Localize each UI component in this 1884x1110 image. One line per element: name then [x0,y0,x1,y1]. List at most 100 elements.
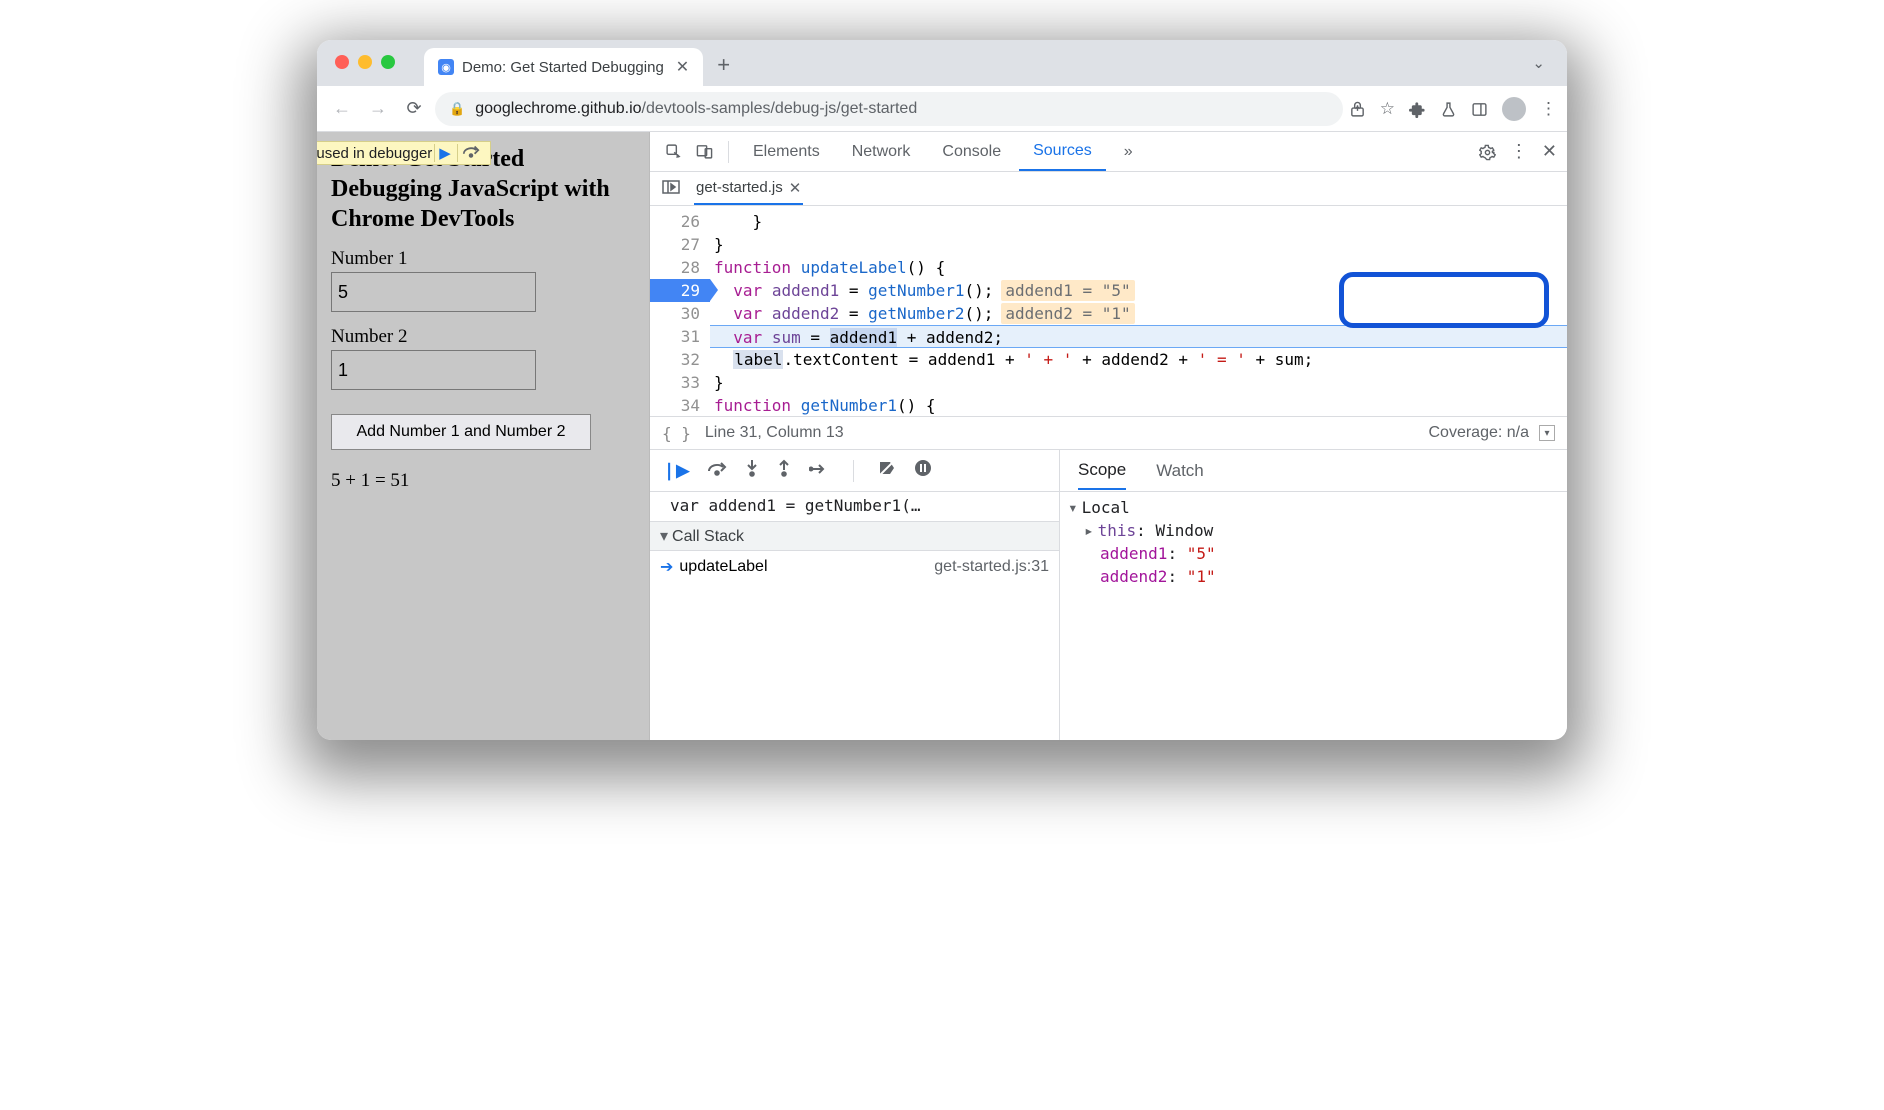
minimize-window-button[interactable] [358,55,372,69]
code-line: } [710,371,1567,394]
inline-value-annotation: addend1 = "5" [1001,280,1134,301]
close-file-tab-button[interactable]: ✕ [789,179,802,197]
new-tab-button[interactable]: + [717,52,730,78]
code-line: } [710,233,1567,256]
tab-sources[interactable]: Sources [1019,132,1106,171]
file-tab-label: get-started.js [696,179,783,196]
tab-list-button[interactable]: ⌄ [1532,54,1545,72]
forward-button[interactable]: → [363,98,393,119]
code-line: function updateLabel() { [710,256,1567,279]
browser-tab[interactable]: ◉ Demo: Get Started Debugging ✕ [424,48,703,86]
devtools-menu-icon[interactable]: ⋮ [1510,141,1528,162]
debugger-row: ❘▶ Scope Watch [650,450,1567,492]
paused-text: Paused in debugger [317,145,432,162]
tab-console[interactable]: Console [928,132,1015,171]
close-tab-button[interactable]: ✕ [676,57,689,77]
step-over-button[interactable] [707,460,727,481]
stack-fn: updateLabel [679,558,767,576]
paused-in-debugger-overlay: Paused in debugger ▶ [317,141,491,165]
reload-button[interactable]: ⟳ [399,98,429,119]
scope-local-header[interactable]: Local [1068,496,1559,519]
close-devtools-button[interactable]: ✕ [1542,141,1557,162]
code-line: var addend2 = getNumber2();addend2 = "1" [710,302,1567,325]
file-tabbar: get-started.js ✕ [650,172,1567,206]
share-icon[interactable] [1349,99,1366,119]
settings-icon[interactable] [1479,141,1496,162]
stack-location: get-started.js:31 [934,558,1049,576]
watch-tab[interactable]: Watch [1156,461,1204,481]
step-into-button[interactable] [745,459,759,482]
devtools-panel: Elements Network Console Sources » ⋮ ✕ [650,132,1567,740]
execution-line: var sum = addend1 + addend2; [710,325,1567,348]
stack-frame[interactable]: ➔ updateLabel get-started.js:31 [650,551,1059,583]
extensions-icon[interactable] [1409,99,1426,119]
paused-snippet: var addend1 = getNumber1(… [650,492,1059,521]
code-line: function getNumber1() { [710,394,1567,416]
deactivate-breakpoints-button[interactable] [878,459,896,482]
lock-icon: 🔒 [449,101,465,117]
toolbar-actions: ☆ ⋮ [1349,97,1557,121]
scope-this-row[interactable]: this: Window [1068,519,1559,542]
chrome-menu-button[interactable]: ⋮ [1540,99,1557,119]
device-toolbar-icon[interactable] [691,143,718,161]
callstack-column: var addend1 = getNumber1(… Call Stack ➔ … [650,492,1060,740]
back-button[interactable]: ← [327,98,357,119]
current-frame-icon: ➔ [660,557,673,577]
favicon-icon: ◉ [438,59,454,75]
scope-tab[interactable]: Scope [1078,460,1126,490]
tab-strip: ◉ Demo: Get Started Debugging ✕ + ⌄ [317,40,1567,86]
inspect-element-icon[interactable] [660,143,687,161]
url-path: /devtools-samples/debug-js/get-started [642,100,918,117]
tab-elements[interactable]: Elements [739,132,834,171]
tab-more[interactable]: » [1110,132,1147,171]
coverage-label: Coverage: n/a [1428,424,1529,442]
window-controls [335,55,395,69]
debugger-bottom: var addend1 = getNumber1(… Call Stack ➔ … [650,492,1567,740]
callstack-header[interactable]: Call Stack [650,521,1059,551]
code-area: } } function updateLabel() { var addend1… [710,206,1567,416]
code-line: label.textContent = addend1 + ' + ' + ad… [710,348,1567,371]
devtools-tabbar: Elements Network Console Sources » ⋮ ✕ [650,132,1567,172]
side-panel-icon[interactable] [1471,99,1488,119]
coverage-dropdown-icon[interactable]: ▾ [1539,425,1555,441]
step-out-button[interactable] [777,459,791,482]
close-window-button[interactable] [335,55,349,69]
breakpoint-marker[interactable]: 29 [650,279,710,302]
scope-watch-tabs: Scope Watch [1060,450,1222,491]
editor-footer: { } Line 31, Column 13 Coverage: n/a ▾ [650,416,1567,450]
scope-column: Local this: Window addend1: "5" addend2:… [1060,492,1567,740]
number2-input[interactable] [331,350,536,390]
scope-var-row[interactable]: addend2: "1" [1068,565,1559,588]
profile-avatar[interactable] [1502,97,1526,121]
labs-icon[interactable] [1440,99,1457,119]
inline-value-annotation: addend2 = "1" [1001,303,1134,324]
fullscreen-window-button[interactable] [381,55,395,69]
url-host: googlechrome.github.io [475,100,641,117]
code-line: } [710,210,1567,233]
address-bar[interactable]: 🔒 googlechrome.github.io/devtools-sample… [435,92,1343,126]
add-button[interactable]: Add Number 1 and Number 2 [331,414,591,450]
pause-on-exceptions-button[interactable] [914,459,932,482]
toolbar: ← → ⟳ 🔒 googlechrome.github.io/devtools-… [317,86,1567,132]
number2-label: Number 2 [331,326,635,348]
code-editor[interactable]: 262728 29 3031323334 } } function update… [650,206,1567,416]
step-button[interactable] [809,461,829,481]
overlay-step-over-button[interactable] [457,144,484,162]
debugger-controls: ❘▶ [650,450,1060,491]
tab-title: Demo: Get Started Debugging [462,59,664,76]
cursor-position: Line 31, Column 13 [705,424,844,442]
result-text: 5 + 1 = 51 [331,470,635,492]
code-line: var addend1 = getNumber1();addend1 = "5" [710,279,1567,302]
overlay-resume-button[interactable]: ▶ [434,144,455,162]
bookmark-icon[interactable]: ☆ [1380,99,1395,119]
webpage-content: Paused in debugger ▶ Demo: Get Started D… [317,132,650,740]
line-gutter[interactable]: 262728 29 3031323334 [650,206,710,416]
pretty-print-icon[interactable]: { } [662,424,691,443]
browser-window: ◉ Demo: Get Started Debugging ✕ + ⌄ ← → … [317,40,1567,740]
number1-input[interactable] [331,272,536,312]
file-tab-get-started[interactable]: get-started.js ✕ [694,172,803,205]
scope-var-row[interactable]: addend1: "5" [1068,542,1559,565]
resume-button[interactable]: ❘▶ [662,461,689,481]
tab-network[interactable]: Network [838,132,925,171]
show-navigator-icon[interactable] [658,180,684,198]
